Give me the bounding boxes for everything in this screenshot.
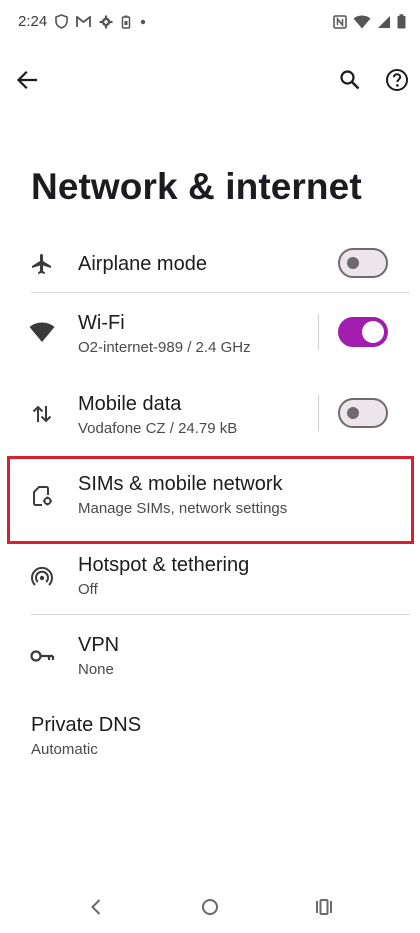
toggle-knob (362, 321, 384, 343)
gmail-icon (76, 15, 91, 28)
vertical-separator (318, 314, 319, 350)
wifi-signal-icon (353, 15, 371, 29)
status-bar: 2:24 (0, 0, 420, 46)
vpn-row[interactable]: VPN None (0, 622, 420, 692)
wifi-row[interactable]: Wi‑Fi O2-internet-989 / 2.4 GHz (0, 300, 420, 370)
navigation-bar (0, 885, 420, 933)
nav-back-icon (89, 898, 103, 921)
wifi-title: Wi‑Fi (78, 312, 125, 334)
nav-recents-button[interactable] (304, 889, 344, 929)
divider (31, 614, 410, 615)
mobile-data-toggle[interactable] (338, 398, 388, 428)
wifi-toggle[interactable] (338, 317, 388, 347)
status-time: 2:24 (18, 13, 48, 30)
search-icon (339, 69, 361, 96)
vertical-separator (318, 395, 319, 431)
battery-saver-icon (121, 15, 131, 29)
top-app-bar (0, 60, 420, 104)
airplane-mode-title: Airplane mode (78, 253, 207, 275)
arrow-left-icon (16, 69, 38, 96)
vpn-subtitle: None (78, 661, 114, 678)
airplane-icon (29, 251, 55, 277)
nav-back-button[interactable] (76, 889, 116, 929)
page-title: Network & internet (31, 166, 362, 207)
hotspot-tethering-row[interactable]: Hotspot & tethering Off (0, 542, 420, 612)
help-circle-icon (385, 68, 409, 97)
wifi-subtitle: O2-internet-989 / 2.4 GHz (78, 339, 251, 356)
nav-home-button[interactable] (190, 889, 230, 929)
private-dns-row[interactable]: Private DNS Automatic (0, 703, 420, 767)
airplane-mode-toggle[interactable] (338, 248, 388, 278)
search-button[interactable] (330, 62, 370, 102)
back-button[interactable] (7, 62, 47, 102)
help-button[interactable] (377, 62, 417, 102)
private-dns-subtitle: Automatic (31, 741, 98, 758)
battery-icon (397, 14, 406, 29)
toggle-knob (347, 407, 359, 419)
shield-icon (55, 14, 68, 29)
cell-signal-icon (377, 15, 391, 29)
dot-icon (139, 18, 147, 26)
private-dns-title: Private DNS (31, 714, 142, 736)
selection-highlight (7, 456, 414, 544)
vpn-key-icon (29, 643, 55, 669)
hotspot-title: Hotspot & tethering (78, 554, 250, 576)
nfc-icon (333, 14, 347, 29)
mobile-data-subtitle: Vodafone CZ / 24.79 kB (78, 420, 238, 437)
mobile-data-row[interactable]: Mobile data Vodafone CZ / 24.79 kB (0, 381, 420, 451)
divider (31, 292, 410, 293)
wifi-icon (29, 319, 55, 345)
mobile-data-arrows-icon (29, 401, 55, 427)
toggle-knob (347, 257, 359, 269)
vpn-title: VPN (78, 634, 120, 656)
mobile-data-title: Mobile data (78, 393, 182, 415)
hotspot-subtitle: Off (78, 581, 98, 598)
settings-gear-icon (99, 15, 113, 29)
airplane-mode-row[interactable]: Airplane mode (0, 236, 420, 292)
nav-home-icon (201, 898, 219, 921)
nav-recents-icon (315, 898, 333, 921)
hotspot-icon (29, 564, 55, 590)
